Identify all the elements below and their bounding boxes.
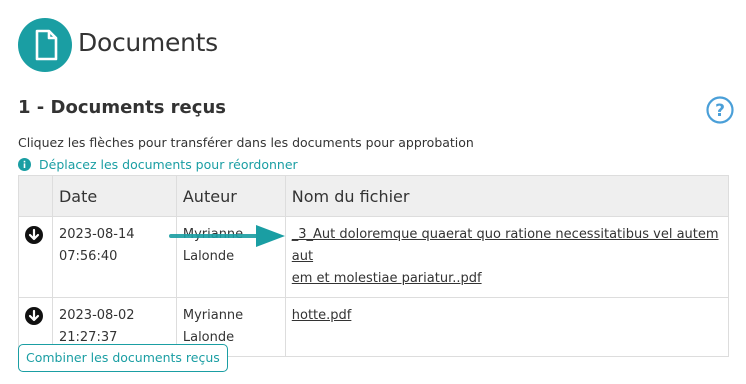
row-date: 2023-08-02 xyxy=(58,308,135,323)
action-cell xyxy=(18,216,53,298)
row-author-first: Myrianne xyxy=(182,308,244,323)
info-text: Déplacez les documents pour réordonner xyxy=(39,157,298,172)
received-documents-table: Date Auteur Nom du fichier 2023-08-14 07… xyxy=(18,175,729,357)
page-title: Documents xyxy=(78,28,218,57)
column-header-filename[interactable]: Nom du fichier xyxy=(284,175,729,217)
arrow-down-circle-icon[interactable] xyxy=(25,307,43,325)
documents-header-icon xyxy=(18,18,72,72)
file-link[interactable]: _3_Aut doloremque quaerat quo ratione ne… xyxy=(292,224,723,290)
column-header-date[interactable]: Date xyxy=(51,175,177,217)
column-header-action xyxy=(18,175,53,217)
table-row[interactable]: 2023-08-14 07:56:40 Myrianne Lalonde _3_… xyxy=(18,216,729,298)
file-link-line1[interactable]: _3_Aut doloremque quaerat quo ratione ne… xyxy=(292,224,723,268)
combine-documents-button[interactable]: Combiner les documents reçus xyxy=(18,344,228,372)
arrow-down-circle-icon[interactable] xyxy=(25,226,43,244)
file-link-line2[interactable]: em et molestiae pariatur..pdf xyxy=(292,268,723,290)
section-title: 1 - Documents reçus xyxy=(18,97,226,118)
info-icon xyxy=(18,158,31,171)
svg-text:?: ? xyxy=(715,101,725,121)
date-cell: 2023-08-14 07:56:40 xyxy=(51,216,177,298)
document-icon xyxy=(35,29,58,61)
instruction-text: Cliquez les flèches pour transférer dans… xyxy=(18,135,474,150)
filename-cell: _3_Aut doloremque quaerat quo ratione ne… xyxy=(284,216,729,298)
row-time: 07:56:40 xyxy=(58,249,118,264)
reorder-info: Déplacez les documents pour réordonner xyxy=(18,157,298,172)
column-header-author[interactable]: Auteur xyxy=(175,175,286,217)
file-link[interactable]: hotte.pdf xyxy=(292,305,723,327)
filename-cell: hotte.pdf xyxy=(284,297,729,357)
row-date: 2023-08-14 xyxy=(58,227,135,242)
annotation-arrow xyxy=(169,225,285,247)
file-link-line1[interactable]: hotte.pdf xyxy=(292,305,723,327)
table-header-row: Date Auteur Nom du fichier xyxy=(18,175,729,217)
help-icon[interactable]: ? xyxy=(706,96,734,124)
